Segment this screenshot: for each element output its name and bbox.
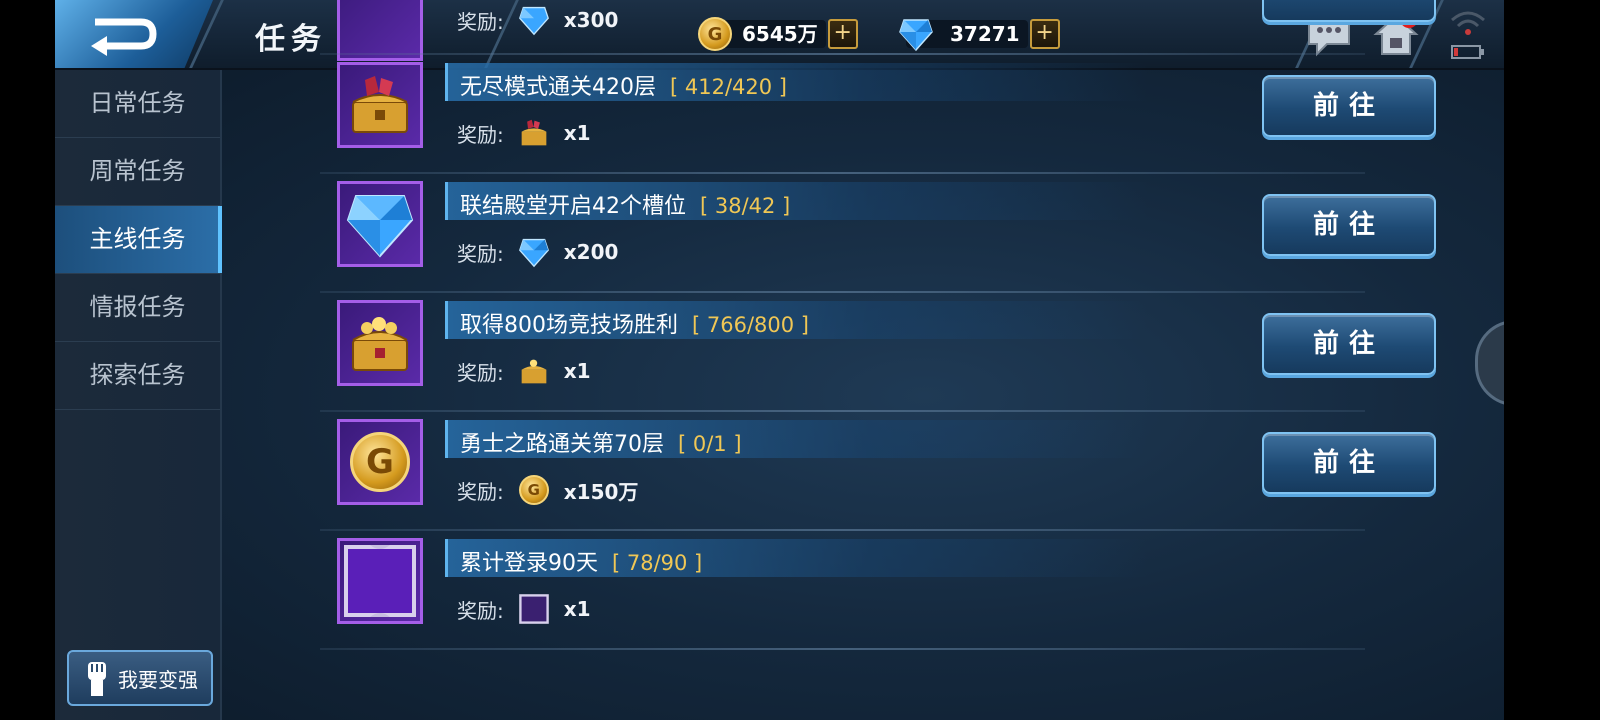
page-title: 任务 [255, 22, 327, 57]
task-list: 奖励: x300 无尽模式通关420层[ 412/420] 奖励: x1 前往… [320, 0, 1436, 650]
tab-daily[interactable]: 日常任务 [55, 70, 220, 138]
task-screen: 任务 G 6545万 + 37271 + 日常任务 周常任务 主线任务 情报任务… [55, 0, 1504, 720]
task-title-bar: 无尽模式通关420层[ 412/420 ] [445, 63, 1148, 101]
wifi-icon [1451, 11, 1485, 35]
task-title-bar: 累计登录90天[ 78/90 ] [445, 539, 1148, 577]
task-row: 累计登录90天[ 78/90 ] 奖励: x1 [320, 531, 1375, 650]
task-name: 联结殿堂开启42个槽位[ 38/42 ] [460, 194, 791, 219]
reward-amount: x1 [563, 597, 591, 621]
reward-amount: x150万 [563, 479, 639, 504]
get-stronger-button[interactable]: 我要变强 [67, 650, 213, 706]
reward-label: 奖励: [457, 241, 504, 266]
diamond-icon [899, 19, 933, 52]
task-title-bar: 联结殿堂开启42个槽位[ 38/42 ] [445, 182, 1148, 220]
task-reward-frame [337, 300, 423, 386]
task-reward: 奖励: x300 [457, 2, 618, 38]
task-reward: 奖励: x1 [457, 591, 591, 627]
task-row: 联结殿堂开启42个槽位[ 38/42 ] 奖励: x200 前往 [320, 174, 1436, 293]
tab-explore[interactable]: 探索任务 [55, 342, 220, 410]
avatar-frame-icon [344, 545, 416, 617]
get-stronger-label: 我要变强 [118, 667, 198, 692]
task-row: G 勇士之路通关第70层[ 0/1 ] 奖励: G x150万 前往 [320, 412, 1436, 531]
task-reward-frame [337, 181, 423, 267]
task-name: 勇士之路通关第70层[ 0/1 ] [460, 432, 742, 457]
side-drawer-handle[interactable] [1475, 320, 1504, 406]
task-progress: [ 766/800 ] [692, 313, 809, 337]
reward-amount: x1 [563, 121, 591, 145]
row-divider [320, 648, 1365, 650]
diamond-icon [518, 4, 550, 36]
task-reward: 奖励: x1 [457, 115, 591, 151]
task-reward-frame [337, 0, 423, 61]
status-indicator [1448, 8, 1488, 62]
task-reward-frame [337, 62, 423, 148]
task-progress: [ 78/90 ] [612, 551, 703, 575]
avatar-frame-icon [518, 593, 550, 625]
task-reward: 奖励: x1 [457, 353, 591, 389]
go-button[interactable]: 前往 [1262, 313, 1436, 375]
task-progress: [ 0/1 ] [678, 432, 742, 456]
reward-amount: x300 [563, 8, 619, 32]
reward-label: 奖励: [457, 479, 504, 504]
task-reward: 奖励: G x150万 [457, 472, 638, 508]
task-name: 无尽模式通关420层[ 412/420 ] [460, 75, 787, 100]
task-title-bar: 取得800场竞技场胜利[ 766/800 ] [445, 301, 1148, 339]
gold-coin-icon: G [518, 475, 549, 505]
task-title-bar: 勇士之路通关第70层[ 0/1 ] [445, 420, 1148, 458]
task-row: 无尽模式通关420层[ 412/420 ] 奖励: x1 前往 [320, 55, 1436, 174]
go-button[interactable]: 前往 [1262, 194, 1436, 256]
task-row: 取得800场竞技场胜利[ 766/800 ] 奖励: x1 前往 [320, 293, 1436, 412]
task-name: 取得800场竞技场胜利[ 766/800 ] [460, 313, 809, 338]
diamond-icon [346, 195, 414, 258]
task-reward-frame [337, 538, 423, 624]
red-gem-chest-icon [518, 117, 550, 149]
reward-amount: x200 [563, 240, 619, 264]
tab-main[interactable]: 主线任务 [55, 206, 222, 274]
task-name: 累计登录90天[ 78/90 ] [460, 551, 703, 576]
reward-label: 奖励: [457, 122, 504, 147]
task-reward-frame: G [337, 419, 423, 505]
reward-label: 奖励: [457, 9, 504, 34]
diamond-icon [518, 236, 550, 268]
reward-label: 奖励: [457, 360, 504, 385]
task-progress: [ 38/42 ] [700, 194, 791, 218]
tab-weekly[interactable]: 周常任务 [55, 138, 220, 206]
task-row: 奖励: x300 [320, 0, 1436, 61]
tab-intel[interactable]: 情报任务 [55, 274, 220, 342]
reward-label: 奖励: [457, 598, 504, 623]
task-category-sidebar: 日常任务 周常任务 主线任务 情报任务 探索任务 我要变强 [55, 70, 222, 720]
go-button[interactable] [1262, 0, 1436, 22]
gold-chest-icon [518, 355, 550, 387]
back-button[interactable] [55, 0, 213, 68]
task-reward: 奖励: x200 [457, 234, 618, 270]
fist-icon [88, 662, 106, 696]
red-gem-chest-icon [352, 76, 408, 133]
gold-chest-icon [352, 317, 408, 371]
back-arrow-icon [91, 18, 157, 56]
go-button[interactable]: 前往 [1262, 75, 1436, 137]
gold-coin-icon: G [350, 432, 410, 492]
battery-icon [1451, 45, 1484, 59]
reward-amount: x1 [563, 359, 591, 383]
gold-coin-icon: G [698, 17, 732, 51]
go-button[interactable]: 前往 [1262, 432, 1436, 494]
task-progress: [ 412/420 ] [670, 75, 787, 99]
